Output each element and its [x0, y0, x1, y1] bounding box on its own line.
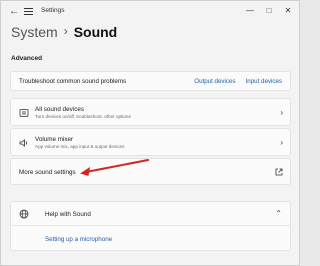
breadcrumb: System › Sound [11, 23, 117, 41]
hamburger-menu-icon[interactable] [24, 6, 34, 18]
chevron-up-icon[interactable]: ⌃ [275, 209, 282, 218]
maximize-button[interactable]: □ [264, 5, 274, 17]
close-button[interactable]: ✕ [283, 5, 293, 17]
section-label-advanced: Advanced [11, 55, 43, 62]
window-title: Settings [41, 7, 65, 14]
more-sound-settings-row[interactable]: More sound settings [10, 158, 291, 185]
troubleshoot-card: Troubleshoot common sound problems Outpu… [10, 71, 291, 91]
all-sound-devices-row[interactable]: All sound devices Turn devices on/off, t… [10, 98, 291, 126]
input-devices-link[interactable]: Input devices [246, 78, 282, 85]
settings-window: ← Settings — □ ✕ System › Sound Advanced… [0, 0, 300, 266]
minimize-button[interactable]: — [245, 5, 255, 17]
more-sound-settings-title: More sound settings [19, 169, 76, 176]
volume-mixer-title: Volume mixer [35, 136, 74, 143]
sound-devices-icon [19, 109, 29, 117]
all-sound-devices-title: All sound devices [35, 106, 85, 113]
page-title: Sound [73, 24, 118, 40]
title-bar: ← Settings — □ ✕ [1, 1, 299, 23]
external-link-icon [275, 168, 283, 176]
chevron-right-icon: › [280, 108, 283, 117]
back-arrow-icon[interactable]: ← [8, 6, 20, 18]
output-devices-link[interactable]: Output devices [194, 78, 235, 85]
help-title: Help with Sound [45, 211, 91, 218]
help-header[interactable]: Help with Sound ⌃ [11, 202, 290, 226]
window-controls: — □ ✕ [245, 5, 293, 17]
breadcrumb-separator: › [63, 24, 68, 38]
help-card: Help with Sound ⌃ Setting up a microphon… [10, 201, 291, 251]
volume-mixer-subtitle: App volume mix, app input & output devic… [35, 144, 125, 149]
troubleshoot-label: Troubleshoot common sound problems [19, 78, 127, 85]
globe-icon [19, 209, 29, 219]
volume-mixer-row[interactable]: Volume mixer App volume mix, app input &… [10, 128, 291, 156]
volume-mixer-icon [19, 139, 28, 147]
chevron-right-icon: › [280, 138, 283, 147]
all-sound-devices-subtitle: Turn devices on/off, troubleshoot, other… [35, 114, 131, 119]
breadcrumb-system[interactable]: System [11, 24, 58, 40]
setting-up-microphone-link[interactable]: Setting up a microphone [45, 236, 112, 243]
